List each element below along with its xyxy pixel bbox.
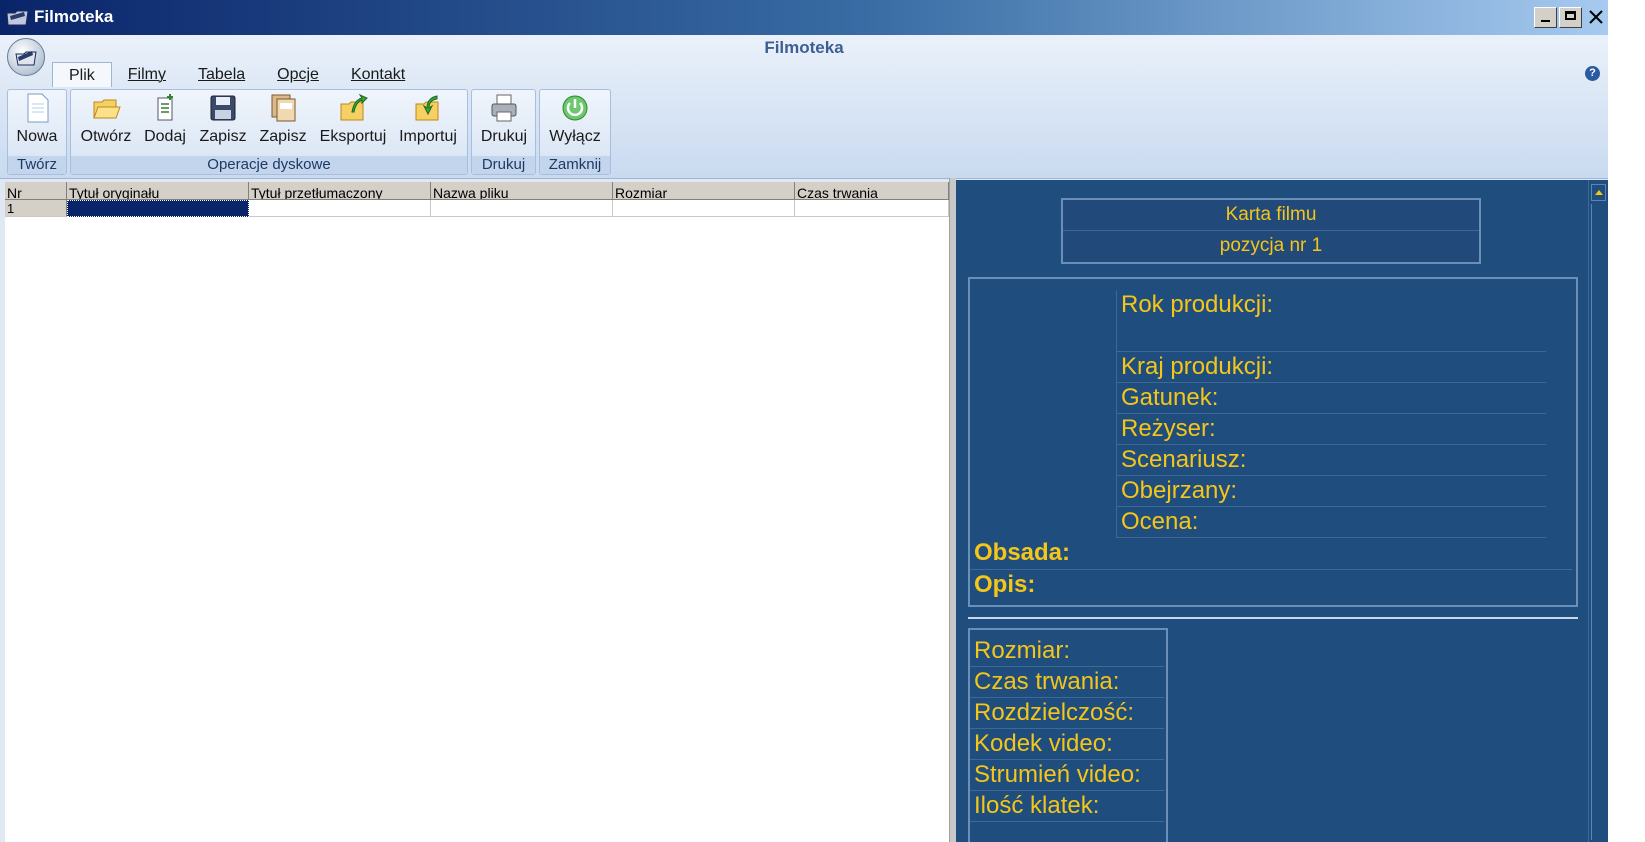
column-header-duration[interactable]: Czas trwania [795,182,949,199]
power-icon [562,95,588,121]
field-ocena: Ocena: [1116,507,1546,538]
films-table[interactable]: Nr Tytuł oryginału Tytuł przetłumaczony … [5,182,949,842]
ribbon: Filmoteka Plik Filmy Tabela Opcje Kontak… [0,35,1608,179]
field-rezyser: Reżyser: [1116,414,1546,445]
group-label-drukuj: Drukuj [472,156,535,174]
tab-tabela[interactable]: Tabela [182,62,261,87]
field-gatunek: Gatunek: [1116,383,1546,414]
group-label-zamknij: Zamknij [540,156,610,174]
app-window: Filmoteka Filmoteka Plik Filmy Tabela Op… [0,0,1608,842]
film-folder-icon [6,10,29,26]
field-rozdzielczosc: Rozdzielczość: [970,698,1164,729]
title-bar[interactable]: Filmoteka [0,0,1608,35]
card-position: pozycja nr 1 [1219,235,1323,256]
field-obsada: Obsada: [970,538,1572,570]
section-divider [968,617,1578,619]
field-czas-trwania: Czas trwania: [970,667,1164,698]
maximize-button[interactable] [1559,7,1582,28]
print-button[interactable]: Drukuj [476,92,532,146]
close-icon [1588,10,1603,24]
table-cell[interactable] [431,200,613,217]
column-header-size[interactable]: Rozmiar [613,182,795,199]
minimize-button[interactable] [1534,7,1557,28]
card-header: Karta filmu pozycja nr 1 [1061,198,1481,264]
tab-filmy[interactable]: Filmy [112,62,182,87]
table-cell[interactable] [795,200,949,217]
minimize-icon [1541,20,1550,22]
column-header-file-name[interactable]: Nazwa pliku [431,182,613,199]
save-button[interactable]: Zapisz [195,92,251,146]
close-button[interactable] [1584,7,1607,28]
tab-kontakt[interactable]: Kontakt [335,62,421,87]
card-scrollbar[interactable] [1588,180,1608,842]
ribbon-app-title: Filmoteka [764,38,844,57]
column-header-nr[interactable]: Nr [5,182,67,199]
group-label-operacje-dyskowe: Operacje dyskowe [71,156,467,174]
tab-plik[interactable]: Plik [52,62,112,87]
field-opis: Opis: [974,571,1036,598]
field-strumien-video: Strumień video: [970,760,1164,791]
floppy-disk-icon [210,95,236,121]
maximize-icon [1565,11,1576,20]
folder-open-icon [93,99,121,119]
column-header-translated-title[interactable]: Tytuł przetłumaczony [249,182,431,199]
table-cell[interactable] [613,200,795,217]
field-rozmiar: Rozmiar: [970,636,1164,667]
table-header: Nr Tytuł oryginału Tytuł przetłumaczony … [5,182,949,200]
menu-tabs: Plik Filmy Tabela Opcje Kontakt [52,62,421,87]
field-rok-produkcji: Rok produkcji: [1116,290,1546,352]
help-icon[interactable]: ? [1585,66,1600,81]
scroll-up-arrow-icon[interactable] [1591,184,1606,201]
group-drukuj: Drukuj Drukuj [471,89,536,175]
column-header-original-title[interactable]: Tytuł oryginału [67,182,249,199]
field-kraj-produkcji: Kraj produkcji: [1116,352,1546,383]
row-number-cell[interactable]: 1 [5,200,67,217]
panel-splitter[interactable] [949,178,956,842]
card-title: Karta filmu [1063,200,1479,231]
group-zamknij: Wyłącz Zamknij [539,89,611,175]
table-cell[interactable] [249,200,431,217]
exit-button[interactable]: Wyłącz [544,92,606,146]
import-button[interactable]: Importuj [393,92,463,146]
export-button[interactable]: Eksportuj [315,92,391,146]
folder-import-icon [415,95,439,121]
scroll-track[interactable] [1591,204,1606,840]
group-tworz: Nowa Twórz [7,89,67,175]
window-title: Filmoteka [34,7,114,26]
save-as-icon [271,94,296,122]
add-button[interactable]: Dodaj [139,92,191,146]
folder-export-icon [340,93,368,121]
printer-icon [491,94,517,122]
film-card-panel: Karta filmu pozycja nr 1 Rok produkcji: … [956,180,1588,842]
new-button[interactable]: Nowa [12,92,62,146]
tab-opcje[interactable]: Opcje [261,62,335,87]
open-button[interactable]: Otwórz [75,92,137,146]
field-obejrzany: Obejrzany: [1116,476,1546,507]
ribbon-tool-groups: Nowa Twórz Otwórz Dodaj Zapisz Zapisz Ek… [0,87,1608,177]
group-operacje-dyskowe: Otwórz Dodaj Zapisz Zapisz Eksportuj Imp… [70,89,468,175]
new-document-icon [27,93,49,123]
field-ilosc-klatek: Ilość klatek: [970,791,1164,822]
table-row[interactable]: 1 [5,200,949,217]
group-label-tworz: Twórz [8,156,66,174]
table-cell-selected[interactable] [67,200,249,217]
field-kodek-video: Kodek video: [970,729,1164,760]
field-scenariusz: Scenariusz: [1116,445,1546,476]
add-document-icon [157,94,173,121]
save-as-button[interactable]: Zapisz [255,92,311,146]
